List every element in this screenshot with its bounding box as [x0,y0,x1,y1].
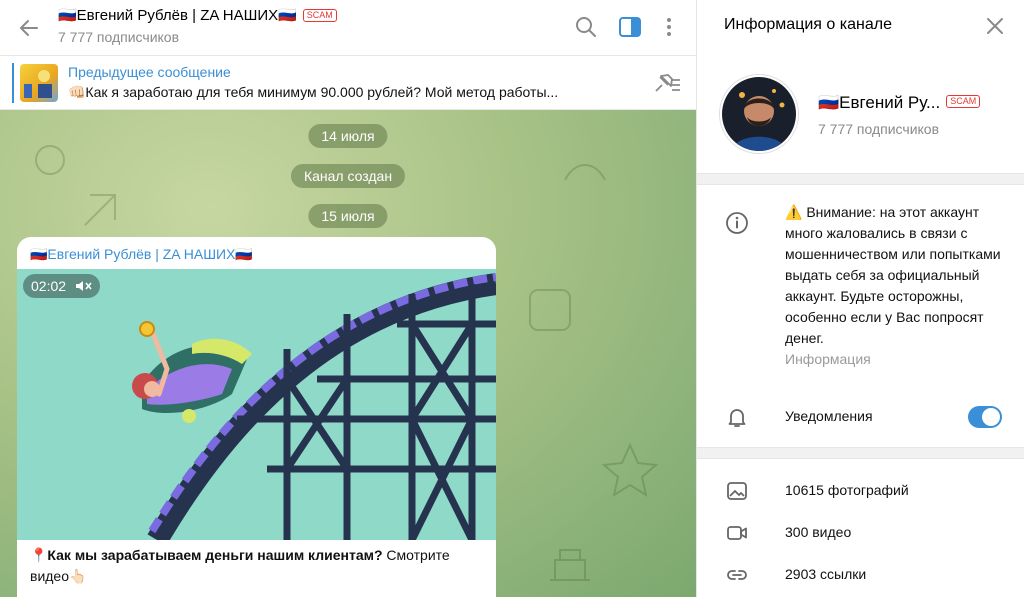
more-vertical-icon[interactable] [656,14,682,40]
pinned-thumbnail [20,64,58,102]
chat-pane: 🇷🇺Евгений Рублёв | ZA НАШИХ🇷🇺 SCAM 7 777 … [0,0,696,597]
channel-subscribers: 7 777 подписчиков [818,121,940,137]
service-message-created: Канал создан [290,164,406,188]
search-icon[interactable] [573,14,599,40]
channel-name-text: 🇷🇺Евгений Ру... [818,93,941,112]
bell-icon [728,409,746,427]
pinned-list-icon[interactable] [652,71,682,97]
channel-name: 🇷🇺Евгений Ру... SCAM [818,93,981,113]
channel-avatar[interactable] [720,75,798,153]
media-photos-link[interactable]: 10615 фотографий [785,482,909,498]
chat-header: 🇷🇺Евгений Рублёв | ZA НАШИХ🇷🇺 SCAM 7 777 … [0,0,696,56]
mute-icon[interactable] [74,279,92,293]
subscriber-count: 7 777 подписчиков [58,29,180,45]
video-duration: 02:02 [31,278,67,294]
info-panel-title: Информация о канале [724,16,892,33]
date-separator: 15 июля [308,204,388,228]
chat-title[interactable]: 🇷🇺Евгений Рублёв | ZA НАШИХ🇷🇺 SCAM [58,6,337,24]
roller-coaster-illustration [17,269,496,540]
scam-badge: SCAM [946,95,981,108]
video-timer: 02:02 [23,274,100,298]
media-links-link[interactable]: 2903 ссылки [785,566,866,582]
photo-icon [727,482,747,500]
pinned-title: Предыдущее сообщение [68,64,231,80]
notifications-toggle[interactable] [968,406,1002,428]
media-videos-link[interactable]: 300 видео [785,524,851,540]
post-text: 📍Как мы зарабатываем деньги нашим клиент… [30,545,485,587]
pinned-text: 👊🏻Как я заработаю для тебя минимум 90.00… [68,84,559,100]
info-circle-icon [726,212,748,234]
post-author[interactable]: 🇷🇺Евгений Рублёв | ZA НАШИХ🇷🇺 [30,246,253,263]
scam-warning-text: ⚠️ Внимание: на этот аккаунт много жалов… [785,204,1001,346]
link-icon [727,570,747,580]
notifications-label: Уведомления [785,408,873,424]
video-thumbnail[interactable]: 02:02 [17,269,496,540]
scam-badge: SCAM [302,9,337,22]
post-text-bold: 📍Как мы зарабатываем деньги нашим клиент… [30,547,383,563]
channel-info-panel: Информация о канале 🇷🇺Евгений Ру... SCAM … [696,0,1024,597]
section-divider [697,173,1024,185]
sidebar-toggle-icon[interactable] [617,14,643,40]
back-arrow-icon[interactable] [14,13,44,43]
section-divider [697,447,1024,459]
close-icon[interactable] [983,14,1007,38]
video-icon [727,526,747,540]
pinned-indicator [12,63,14,103]
chat-title-text: 🇷🇺Евгений Рублёв | ZA НАШИХ🇷🇺 [58,7,297,24]
scam-warning-label: Информация [785,351,871,367]
channel-post[interactable]: 🇷🇺Евгений Рублёв | ZA НАШИХ🇷🇺 02:02 📍Как… [17,237,496,597]
date-separator: 14 июля [308,124,388,148]
pinned-message-bar[interactable]: Предыдущее сообщение 👊🏻Как я заработаю д… [0,57,696,110]
